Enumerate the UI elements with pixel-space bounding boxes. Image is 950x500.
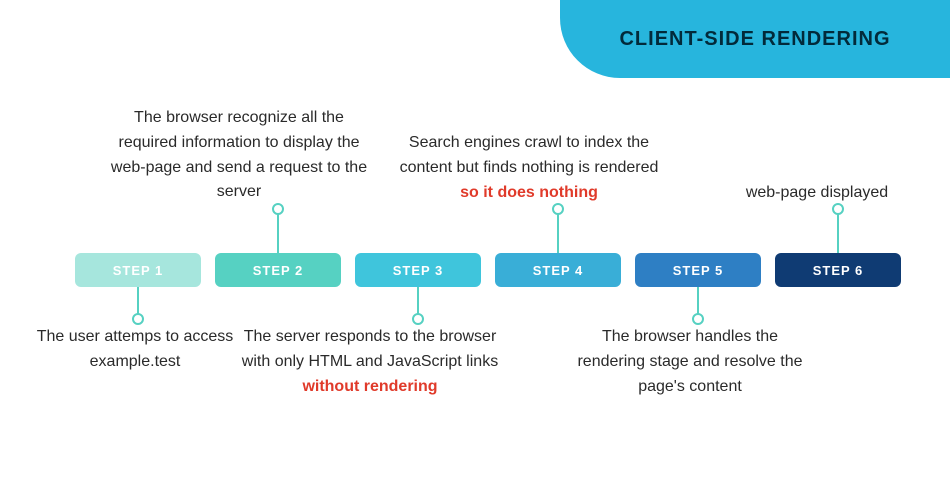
step-3: STEP 3	[355, 253, 481, 287]
step-6: STEP 6	[775, 253, 901, 287]
step-4-desc: Search engines crawl to index the conten…	[399, 131, 659, 205]
steps-row: STEP 1 STEP 2 STEP 3 STEP 4 STEP 5 STEP …	[75, 253, 901, 287]
step-2: STEP 2	[215, 253, 341, 287]
step-3-desc: The server responds to the browser with …	[230, 325, 510, 399]
desc-emphasis: so it does not​hing	[460, 184, 598, 201]
step-5-desc: The browser handles the rendering stage …	[570, 325, 810, 399]
desc-text: Search engines crawl to index the conten…	[400, 134, 659, 176]
step-label: STEP 6	[813, 263, 864, 278]
step-1: STEP 1	[75, 253, 201, 287]
connector	[417, 287, 419, 315]
page-title: CLIENT-SIDE RENDERING	[619, 28, 890, 51]
step-label: STEP 3	[393, 263, 444, 278]
desc-text: The server responds to the browser with …	[242, 328, 498, 370]
connector	[277, 213, 279, 253]
step-label: STEP 1	[113, 263, 164, 278]
connector	[137, 287, 139, 315]
step-label: STEP 2	[253, 263, 304, 278]
step-label: STEP 4	[533, 263, 584, 278]
connector	[837, 213, 839, 253]
step-2-desc: The browser recognize all the required i…	[109, 106, 369, 205]
connector	[697, 287, 699, 315]
title-banner: CLIENT-SIDE RENDERING	[560, 0, 950, 78]
step-label: STEP 5	[673, 263, 724, 278]
connector	[557, 213, 559, 253]
desc-emphasis: without rendering	[302, 378, 437, 395]
step-1-desc: The user attemps to access example.test	[35, 325, 235, 375]
step-6-desc: web-page displayed	[717, 181, 917, 206]
step-4: STEP 4	[495, 253, 621, 287]
step-5: STEP 5	[635, 253, 761, 287]
